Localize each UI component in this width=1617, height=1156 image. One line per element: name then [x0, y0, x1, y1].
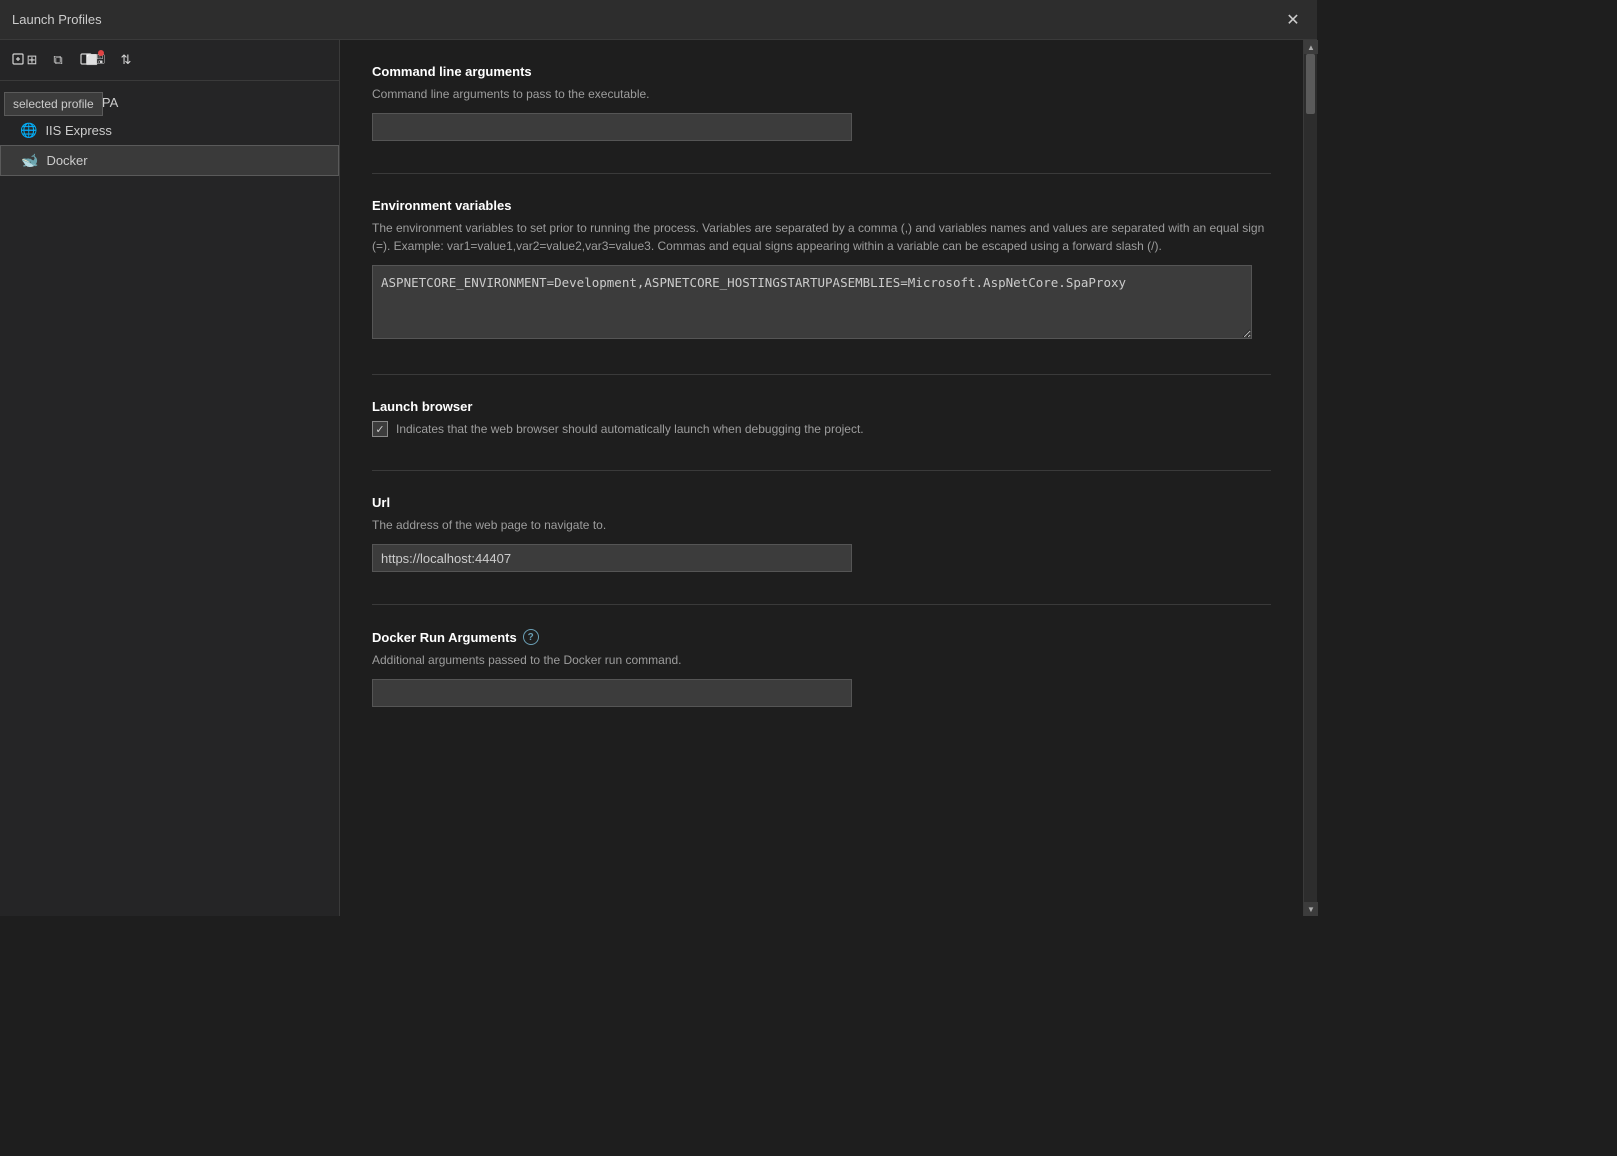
scrollbar-arrow-up[interactable]: ▲	[1304, 40, 1318, 54]
sidebar: ⊞ ⧉ ⬜ 🖫 ⇅ selected profile	[0, 40, 340, 916]
iis-express-icon: 🌐	[20, 122, 37, 139]
docker-run-args-input[interactable]	[372, 679, 852, 707]
close-button[interactable]: ✕	[1281, 8, 1305, 32]
checkmark-icon: ✓	[375, 423, 384, 436]
scrollbar-track[interactable]: ▲ ▼	[1303, 40, 1317, 916]
delete-profile-button[interactable]: ⬜ 🖫	[78, 48, 106, 72]
profile-toolbar: ⊞ ⧉ ⬜ 🖫 ⇅	[0, 40, 339, 81]
launch-browser-description: Indicates that the web browser should au…	[396, 420, 864, 438]
copy-profile-button[interactable]: ⧉	[44, 48, 72, 72]
launch-browser-title: Launch browser	[372, 399, 1271, 414]
move-icon: ⇅	[121, 52, 132, 68]
copy-icon: ⧉	[53, 52, 62, 68]
section-url: Url The address of the web page to navig…	[372, 495, 1271, 572]
profile-label-projects-spa: Projects_SPA	[39, 95, 118, 110]
profile-label-docker: Docker	[46, 153, 87, 168]
command-line-args-description: Command line arguments to pass to the ex…	[372, 85, 1271, 103]
section-env-vars: Environment variables The environment va…	[372, 198, 1271, 342]
window-title: Launch Profiles	[12, 12, 102, 27]
scrollbar-thumb[interactable]	[1306, 54, 1315, 114]
delete-badge	[98, 50, 104, 56]
divider-4	[372, 604, 1271, 605]
profile-item-projects-spa[interactable]: — Projects_SPA	[0, 89, 339, 116]
env-vars-title: Environment variables	[372, 198, 1271, 213]
docker-icon: 🐋	[21, 152, 38, 169]
add-profile-button[interactable]: ⊞	[10, 48, 38, 72]
section-launch-browser: Launch browser ✓ Indicates that the web …	[372, 399, 1271, 438]
profile-item-docker[interactable]: 🐋 Docker	[0, 145, 339, 176]
env-vars-input[interactable]: ASPNETCORE_ENVIRONMENT=Development,ASPNE…	[372, 265, 1252, 339]
docker-run-args-help-icon[interactable]: ?	[523, 629, 539, 645]
section-docker-run-args: Docker Run Arguments ? Additional argume…	[372, 629, 1271, 707]
section-command-line-args: Command line arguments Command line argu…	[372, 64, 1271, 141]
profile-item-iis-express[interactable]: 🌐 IIS Express	[0, 116, 339, 145]
command-line-args-title: Command line arguments	[372, 64, 1271, 79]
projects-spa-icon: —	[20, 97, 31, 109]
docker-run-args-title: Docker Run Arguments ?	[372, 629, 1271, 645]
move-profile-button[interactable]: ⇅	[112, 48, 140, 72]
launch-browser-row: ✓ Indicates that the web browser should …	[372, 420, 1271, 438]
title-bar: Launch Profiles ✕	[0, 0, 1317, 40]
launch-browser-checkbox[interactable]: ✓	[372, 421, 388, 437]
divider-3	[372, 470, 1271, 471]
url-description: The address of the web page to navigate …	[372, 516, 1271, 534]
url-input[interactable]	[372, 544, 852, 572]
url-title: Url	[372, 495, 1271, 510]
scrollbar-arrow-down[interactable]: ▼	[1304, 902, 1318, 916]
divider-1	[372, 173, 1271, 174]
divider-2	[372, 374, 1271, 375]
content-area: Command line arguments Command line argu…	[340, 40, 1303, 916]
command-line-args-input[interactable]	[372, 113, 852, 141]
env-vars-description: The environment variables to set prior t…	[372, 219, 1271, 255]
docker-run-args-description: Additional arguments passed to the Docke…	[372, 651, 1271, 669]
main-layout: ⊞ ⧉ ⬜ 🖫 ⇅ selected profile	[0, 40, 1317, 916]
add-icon	[11, 52, 27, 68]
profile-list: — Projects_SPA 🌐 IIS Express 🐋 Docker	[0, 81, 339, 176]
profile-label-iis-express: IIS Express	[45, 123, 111, 138]
